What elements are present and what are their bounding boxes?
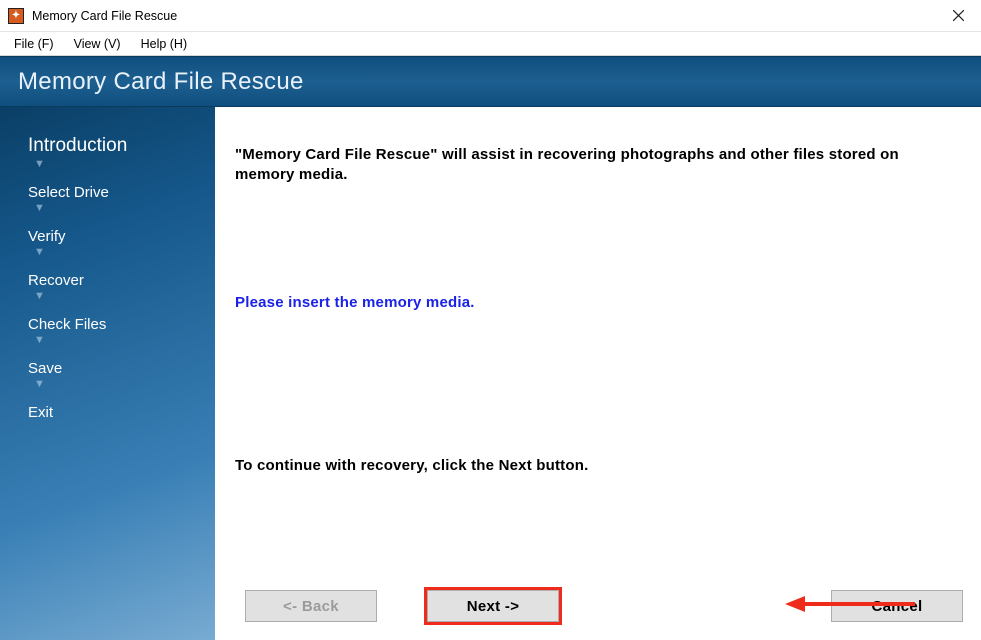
- next-button[interactable]: Next ->: [427, 590, 559, 622]
- step-recover: Recover: [0, 266, 215, 291]
- back-button[interactable]: <- Back: [245, 590, 377, 622]
- wizard-steps-sidebar: Introduction ▼ Select Drive ▼ Verify ▼ R…: [0, 107, 215, 640]
- menu-view[interactable]: View (V): [64, 34, 131, 54]
- menu-file[interactable]: File (F): [4, 34, 64, 54]
- step-exit: Exit: [0, 398, 215, 423]
- step-verify: Verify: [0, 222, 215, 247]
- titlebar: ✦ Memory Card File Rescue: [0, 0, 981, 32]
- step-introduction: Introduction: [0, 129, 215, 159]
- menu-help[interactable]: Help (H): [131, 34, 198, 54]
- step-select-drive: Select Drive: [0, 178, 215, 203]
- continue-instruction: To continue with recovery, click the Nex…: [235, 457, 951, 474]
- chevron-down-icon: ▼: [0, 203, 215, 222]
- chevron-down-icon: ▼: [0, 335, 215, 354]
- wizard-page-content: "Memory Card File Rescue" will assist in…: [215, 107, 981, 640]
- window-close-button[interactable]: [935, 0, 981, 32]
- chevron-down-icon: ▼: [0, 159, 215, 178]
- window-title: Memory Card File Rescue: [32, 9, 177, 23]
- chevron-down-icon: ▼: [0, 247, 215, 266]
- wizard-buttons-row: <- Back Next -> Cancel: [235, 590, 963, 622]
- step-check-files: Check Files: [0, 310, 215, 335]
- desc-app-name: "Memory Card File Rescue": [235, 146, 438, 163]
- banner-title: Memory Card File Rescue: [18, 68, 304, 96]
- app-icon: ✦: [8, 8, 24, 24]
- app-banner: Memory Card File Rescue: [0, 56, 981, 107]
- insert-media-prompt: Please insert the memory media.: [235, 294, 951, 311]
- cancel-button[interactable]: Cancel: [831, 590, 963, 622]
- chevron-down-icon: ▼: [0, 291, 215, 310]
- chevron-down-icon: ▼: [0, 379, 215, 398]
- description-text: "Memory Card File Rescue" will assist in…: [235, 145, 951, 186]
- menu-bar: File (F) View (V) Help (H): [0, 32, 981, 56]
- step-save: Save: [0, 354, 215, 379]
- close-icon: [953, 10, 964, 21]
- main-area: Introduction ▼ Select Drive ▼ Verify ▼ R…: [0, 107, 981, 640]
